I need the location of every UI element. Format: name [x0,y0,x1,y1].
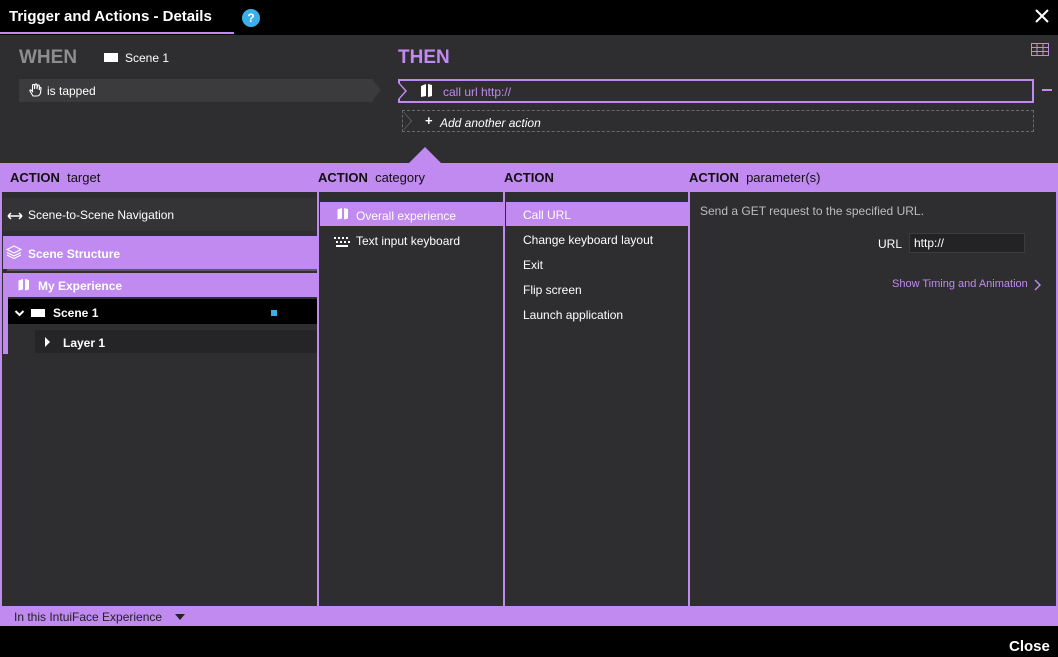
column-header-parameters: ACTION parameter(s) [689,170,821,185]
column-divider-3 [688,192,690,606]
window-title: Trigger and Actions - Details [9,8,212,25]
chevron-right-icon[interactable] [45,337,50,347]
add-action-label: Add another action [440,116,541,130]
column-header-category: ACTION category [318,170,425,185]
tree-item-scene-label: Scene 1 [53,306,99,320]
table-view-icon[interactable] [1031,43,1049,56]
help-icon[interactable]: ? [242,9,260,27]
action-description: Send a GET request to the specified URL. [700,204,924,218]
scene-current-indicator [271,310,277,316]
column-header-target-rest: target [67,170,101,185]
action-row-arrow-inner [398,83,405,99]
column-header-category-bold: ACTION [318,170,368,185]
trigger-field-arrow [372,79,381,101]
layers-icon [5,244,23,260]
action-item-launch-application[interactable]: Launch application [523,308,623,322]
target-item-scene-structure-label: Scene Structure [28,247,121,261]
column-header-target: ACTION target [10,170,100,185]
bottom-bar [0,626,1058,657]
column-header-action: ACTION [504,170,554,185]
action-item-call-url[interactable]: Call URL [523,208,571,222]
action-label: call url http:// [443,85,512,99]
trigger-source[interactable]: Scene 1 [125,51,169,65]
title-underline [0,32,234,34]
chevron-down-icon[interactable] [14,305,25,317]
experience-icon [337,207,349,220]
scene-icon [31,309,45,317]
then-heading: THEN [398,47,450,68]
action-item-exit[interactable]: Exit [523,258,543,272]
action-item-change-keyboard-layout[interactable]: Change keyboard layout [523,233,653,247]
tree-item-layer-label: Layer 1 [63,336,106,350]
tree-item-experience-label: My Experience [38,279,123,293]
column-divider-1 [317,192,319,606]
column-divider-2 [503,192,505,606]
scope-selector-label: In this IntuiFace Experience [14,610,163,624]
category-item-label: Text input keyboard [356,234,461,248]
action-item-flip-screen[interactable]: Flip screen [523,283,582,297]
close-icon[interactable] [1032,6,1052,26]
url-field-label: URL [878,237,903,251]
column-header-parameters-rest: parameter(s) [746,170,821,185]
chevron-down-icon[interactable] [175,614,185,620]
column-header-target-bold: ACTION [10,170,60,185]
show-timing-link[interactable]: Show Timing and Animation [892,278,1028,290]
navigation-arrows-icon [7,208,23,220]
column-header-category-rest: category [375,170,425,185]
target-item-navigation-label: Scene-to-Scene Navigation [28,208,175,222]
url-input[interactable] [909,233,1025,253]
column-border-left [0,192,2,606]
keyboard-icon [334,234,350,247]
plus-icon: + [425,113,433,128]
scene-icon [104,53,118,62]
trigger-label: is tapped [47,84,96,98]
category-item-label: Overall experience [356,209,457,223]
tap-hand-icon [27,82,43,98]
chevron-right-icon[interactable] [1033,278,1041,291]
add-action-arrow-inner [404,113,411,129]
close-button[interactable]: Close [1009,638,1050,655]
column-header-parameters-bold: ACTION [689,170,739,185]
experience-icon [420,83,434,98]
structure-separator [7,269,317,271]
selection-pointer [409,147,441,163]
when-heading: WHEN [19,47,78,68]
column-header-action-bold: ACTION [504,170,554,185]
remove-action-button[interactable] [1042,89,1052,91]
experience-icon [18,278,30,291]
